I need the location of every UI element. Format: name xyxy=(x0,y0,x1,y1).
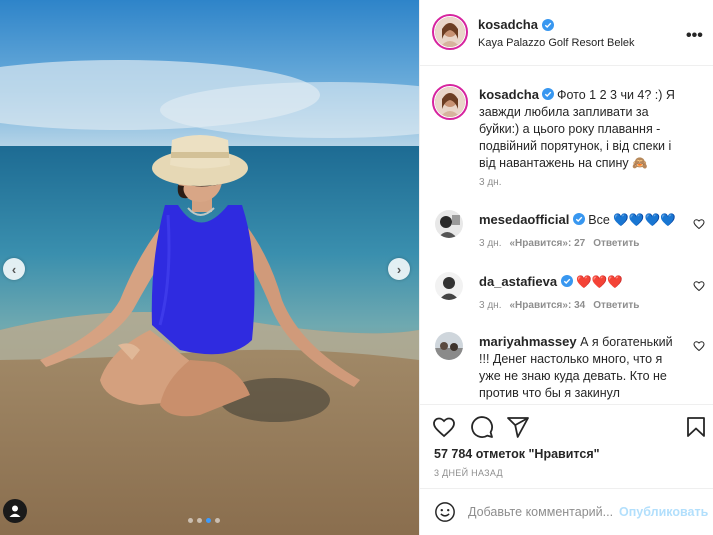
caption-time[interactable]: 3 дн. xyxy=(479,177,501,188)
verified-icon xyxy=(572,213,585,225)
comment-text: mariyahmassey А я богатенький !!! Денег … xyxy=(479,333,679,402)
comment-text: mesedaofficial Все 💙💙💙💙 xyxy=(479,211,679,229)
avatar[interactable] xyxy=(435,87,465,117)
post-actions: 57 784 отметок "Нравится" 3 ДНЕЙ НАЗАД xyxy=(420,404,713,488)
comment-time[interactable]: 3 дн. xyxy=(479,300,501,311)
bookmark-icon[interactable] xyxy=(684,415,708,439)
comment-username[interactable]: mariyahmassey xyxy=(479,334,577,349)
avatar[interactable] xyxy=(435,272,463,300)
post-location[interactable]: Kaya Palazzo Golf Resort Belek xyxy=(478,37,635,49)
comments-list[interactable]: kosadcha Фото 1 2 3 чи 4? :) Я завжди люб… xyxy=(420,66,713,404)
caption-username[interactable]: kosadcha xyxy=(479,87,539,102)
comment-emoji: 💙💙💙💙 xyxy=(613,213,676,227)
tagged-users-button[interactable] xyxy=(3,499,27,523)
comment-icon[interactable] xyxy=(470,415,494,439)
user-tag-icon xyxy=(9,505,21,517)
comment-username[interactable]: mesedaofficial xyxy=(479,212,569,227)
publish-button[interactable]: Опубликовать xyxy=(619,505,708,519)
comment-meta: 3 дн. «Нравится»: 27 Ответить xyxy=(479,238,639,249)
carousel-next-button[interactable]: › xyxy=(388,258,410,280)
comment-likes[interactable]: «Нравится»: 34 xyxy=(509,300,585,311)
comment-body: Все xyxy=(588,213,610,227)
add-comment-bar: Опубликовать xyxy=(420,488,713,535)
post-author: kosadcha xyxy=(478,17,554,32)
author-username[interactable]: kosadcha xyxy=(478,17,538,32)
carousel-prev-button[interactable]: ‹ xyxy=(3,258,25,280)
chevron-left-icon: ‹ xyxy=(11,261,17,277)
carousel-dot-active xyxy=(206,518,211,523)
verified-icon xyxy=(541,88,554,100)
comment-text: da_astafieva ❤️❤️❤️ xyxy=(479,273,679,291)
post-header: kosadcha Kaya Palazzo Golf Resort Belek … xyxy=(420,0,713,66)
comment-time[interactable]: 3 дн. xyxy=(479,238,501,249)
like-heart-icon[interactable] xyxy=(432,415,456,439)
post-time[interactable]: 3 ДНЕЙ НАЗАД xyxy=(434,468,503,478)
heart-icon[interactable] xyxy=(693,280,705,292)
avatar[interactable] xyxy=(435,17,465,47)
reply-button[interactable]: Ответить xyxy=(593,300,639,311)
carousel-dot xyxy=(188,518,193,523)
reply-button[interactable]: Ответить xyxy=(593,238,639,249)
emoji-icon[interactable] xyxy=(434,501,456,523)
carousel-dot xyxy=(215,518,220,523)
caption-text: kosadcha Фото 1 2 3 чи 4? :) Я завжди люб… xyxy=(479,86,691,172)
share-icon[interactable] xyxy=(506,415,530,439)
comment-emoji: ❤️❤️❤️ xyxy=(576,275,623,289)
avatar[interactable] xyxy=(435,332,463,360)
heart-icon[interactable] xyxy=(693,218,705,230)
carousel-dot xyxy=(197,518,202,523)
comment-username[interactable]: da_astafieva xyxy=(479,274,557,289)
verified-icon xyxy=(560,275,573,287)
chevron-right-icon: › xyxy=(396,261,402,277)
comment-meta: 3 дн. «Нравится»: 34 Ответить xyxy=(479,300,639,311)
carousel-indicator xyxy=(188,518,220,523)
more-icon[interactable]: ••• xyxy=(686,27,703,45)
heart-icon[interactable] xyxy=(693,340,705,352)
comment-likes[interactable]: «Нравится»: 27 xyxy=(509,238,585,249)
likes-count[interactable]: 57 784 отметок "Нравится" xyxy=(434,447,600,461)
beach-photo xyxy=(0,0,419,535)
post-panel: kosadcha Kaya Palazzo Golf Resort Belek … xyxy=(419,0,713,535)
comment-input[interactable] xyxy=(468,502,618,522)
verified-icon xyxy=(541,18,554,31)
avatar[interactable] xyxy=(435,210,463,238)
post-photo[interactable]: ‹ › xyxy=(0,0,419,535)
